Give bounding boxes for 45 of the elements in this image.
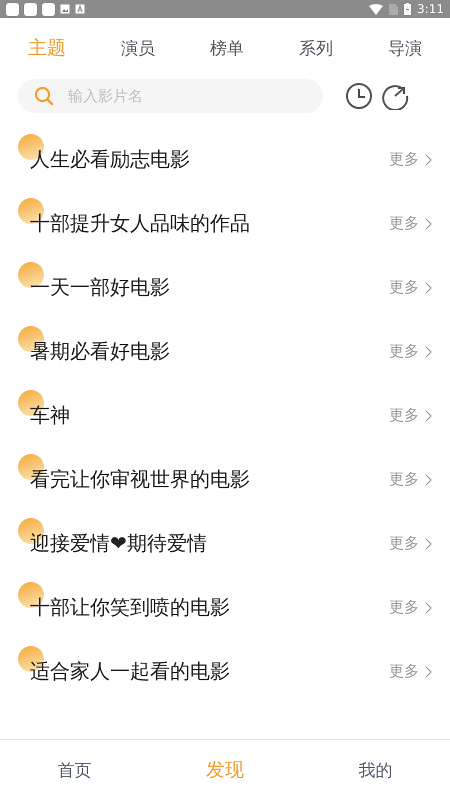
topic-title: 适合家人一起看的电影: [30, 658, 231, 685]
chevron-icon: [425, 666, 432, 678]
image-icon: [60, 4, 70, 14]
topic-title: 十部让你笑到喷的电影: [30, 594, 231, 621]
battery-icon: [404, 3, 412, 15]
topic-row[interactable]: 一天一部好电影 更多: [0, 258, 450, 322]
notification-icon: [24, 2, 37, 16]
clock-text: 3:11: [417, 2, 444, 16]
circle-decoration: [18, 262, 44, 288]
topic-row[interactable]: 人生必看励志电影 更多: [0, 130, 450, 194]
topic-title: 车神: [30, 402, 71, 429]
topic-title: 看完让你审视世界的电影: [30, 466, 251, 493]
topic-row[interactable]: 车神 更多: [0, 386, 450, 450]
chevron-icon: [425, 538, 432, 550]
topic-row[interactable]: 十部提升女人品味的作品 更多: [0, 194, 450, 258]
wifi-icon: [369, 4, 384, 14]
sim-icon: [389, 4, 398, 14]
chevron-icon: [425, 474, 432, 486]
topic-row[interactable]: 暑期必看好电影 更多: [0, 322, 450, 386]
topic-title: 一天一部好电影: [30, 274, 171, 301]
category-tab[interactable]: 导演: [388, 36, 422, 60]
refresh-icon[interactable]: [381, 82, 409, 110]
topic-title: 十部提升女人品味的作品: [30, 210, 251, 237]
category-tab[interactable]: 系列: [299, 36, 333, 60]
topic-row[interactable]: 看完让你审视世界的电影 更多: [0, 450, 450, 514]
topic-row[interactable]: 适合家人一起看的电影 更多: [0, 642, 450, 706]
chevron-icon: [425, 282, 432, 294]
topic-row[interactable]: 迎接爱情❤期待爱情 更多: [0, 514, 450, 578]
chevron-icon: [425, 154, 432, 166]
notification-icon: [42, 2, 55, 16]
topic-title: 暑期必看好电影: [30, 338, 171, 365]
topic-title: 迎接爱情❤期待爱情: [30, 530, 208, 557]
notification-icon: [6, 2, 19, 16]
topic-row[interactable]: 十部让你笑到喷的电影 更多: [0, 578, 450, 642]
category-tab[interactable]: 榜单: [210, 36, 244, 60]
topic-title: 人生必看励志电影: [30, 146, 191, 173]
font-icon: [75, 4, 85, 14]
chevron-icon: [425, 218, 432, 230]
chevron-icon: [425, 602, 432, 614]
chevron-icon: [425, 410, 432, 422]
category-tab[interactable]: 演员: [121, 36, 155, 60]
chevron-icon: [425, 346, 432, 358]
nav-tab[interactable]: 首页: [57, 758, 92, 782]
history-icon[interactable]: [345, 82, 373, 110]
nav-tab[interactable]: 我的: [358, 758, 393, 782]
